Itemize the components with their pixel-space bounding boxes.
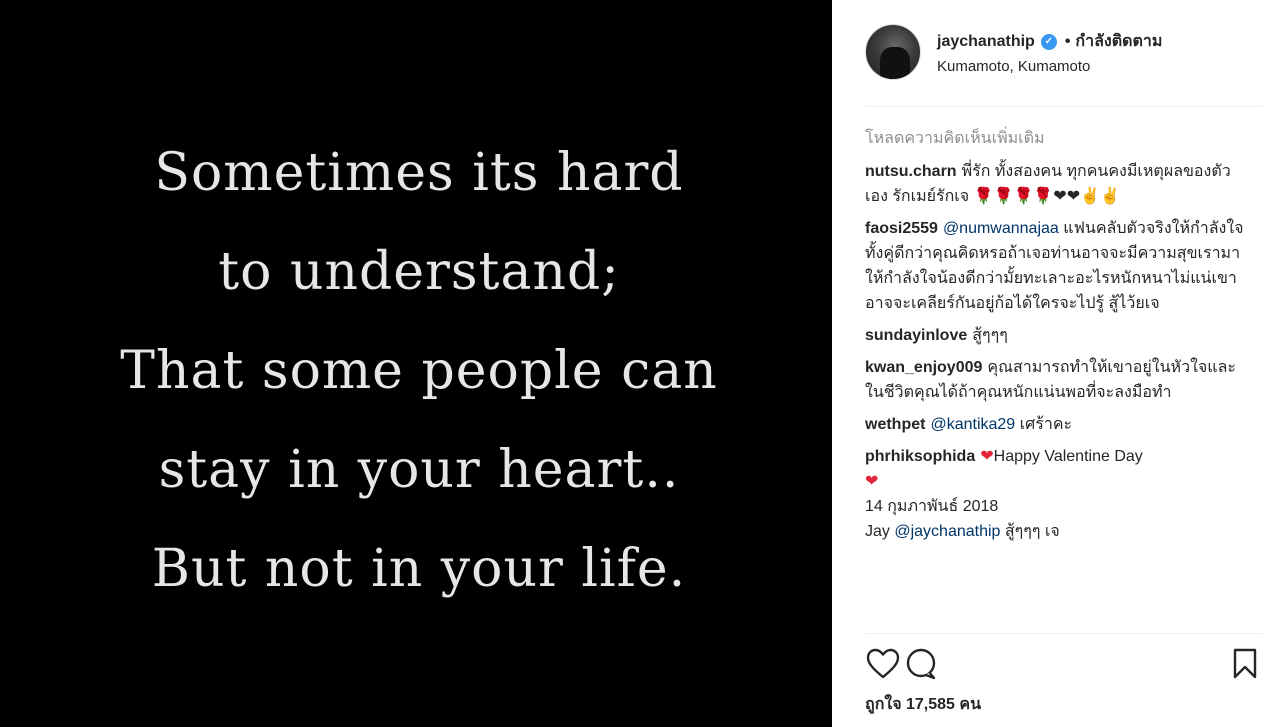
caption-mention[interactable]: @jaychanathip [894, 523, 1000, 540]
heart-emoji-icon: ❤ [865, 473, 879, 490]
separator-dot: • [1064, 32, 1071, 50]
quote-line: That some people can [120, 341, 718, 401]
comment-username[interactable]: phrhiksophida [865, 448, 975, 465]
comment-username[interactable]: nutsu.charn [865, 163, 957, 180]
comment-item: nutsu.charn พี่รัก ทั้งสองคน ทุกคนคงมีเหต… [865, 159, 1245, 209]
comment-username[interactable]: faosi2559 [865, 220, 938, 237]
comment-text: เศร้าคะ [1019, 416, 1073, 433]
comment-item: kwan_enjoy009 คุณสามารถทำให้เขาอยู่ในหัวใ… [865, 355, 1245, 405]
quote-line: to understand; [218, 242, 620, 302]
username-row: jaychanathip ✓ • กำลังติดตาม [937, 29, 1162, 54]
quote-line: stay in your heart.. [158, 440, 680, 500]
heart-emoji-icon: ❤ [980, 448, 994, 465]
comment-username[interactable]: sundayinlove [865, 327, 967, 344]
action-bar [865, 646, 1263, 686]
post-image: Sometimes its hard to understand; That s… [0, 0, 832, 727]
caption-text: สู้ๆๆๆ เจ [1004, 523, 1060, 540]
comment-item: phrhiksophida ❤Happy Valentine Day ❤ [865, 444, 1245, 494]
comment-item: faosi2559 @numwannajaa แฟนคลับตัวจริงให้ก… [865, 216, 1245, 316]
avatar[interactable] [865, 24, 921, 80]
quote-line: But not in your life. [151, 539, 687, 599]
following-button[interactable]: กำลังติดตาม [1075, 29, 1162, 54]
comment-username[interactable]: wethpet [865, 416, 925, 433]
comment-item: sundayinlove สู้ๆๆๆ [865, 323, 1245, 348]
load-more-comments-button[interactable]: โหลดความคิดเห็นเพิ่มเติม [865, 126, 1245, 152]
caption-prefix: Jay [865, 523, 890, 540]
quote-line: Sometimes its hard [154, 143, 684, 203]
comments-list: โหลดความคิดเห็นเพิ่มเติม nutsu.charn พี่ร… [865, 126, 1245, 544]
likes-count[interactable]: ถูกใจ 17,585 คน [865, 692, 981, 717]
username-link[interactable]: jaychanathip [937, 33, 1035, 51]
post-side-panel: jaychanathip ✓ • กำลังติดตาม Kumamoto, K… [832, 0, 1280, 727]
caption: Jay @jaychanathip สู้ๆๆๆ เจ [865, 519, 1245, 544]
comment-text: Happy Valentine Day [993, 448, 1143, 465]
comment-icon[interactable] [903, 646, 939, 682]
actions-divider [865, 633, 1263, 634]
comment-mention[interactable]: @kantika29 [930, 416, 1015, 433]
post-header: jaychanathip ✓ • กำลังติดตาม Kumamoto, K… [865, 24, 1263, 107]
comment-text: สู้ๆๆๆ [972, 327, 1008, 344]
comment-username[interactable]: kwan_enjoy009 [865, 359, 982, 376]
heart-icon[interactable] [865, 646, 901, 682]
caption-date: 14 กุมภาพันธ์ 2018 [865, 498, 999, 515]
quote-text: Sometimes its hard to understand; That s… [120, 124, 717, 619]
verified-badge-icon: ✓ [1040, 33, 1057, 50]
comment-item: wethpet @kantika29 เศร้าคะ [865, 412, 1245, 437]
comment-emoji: 🌹🌹🌹🌹❤❤✌✌ [973, 188, 1120, 205]
bookmark-icon[interactable] [1227, 646, 1263, 682]
comment-mention[interactable]: @numwannajaa [943, 220, 1059, 237]
location-link[interactable]: Kumamoto, Kumamoto [937, 58, 1090, 75]
